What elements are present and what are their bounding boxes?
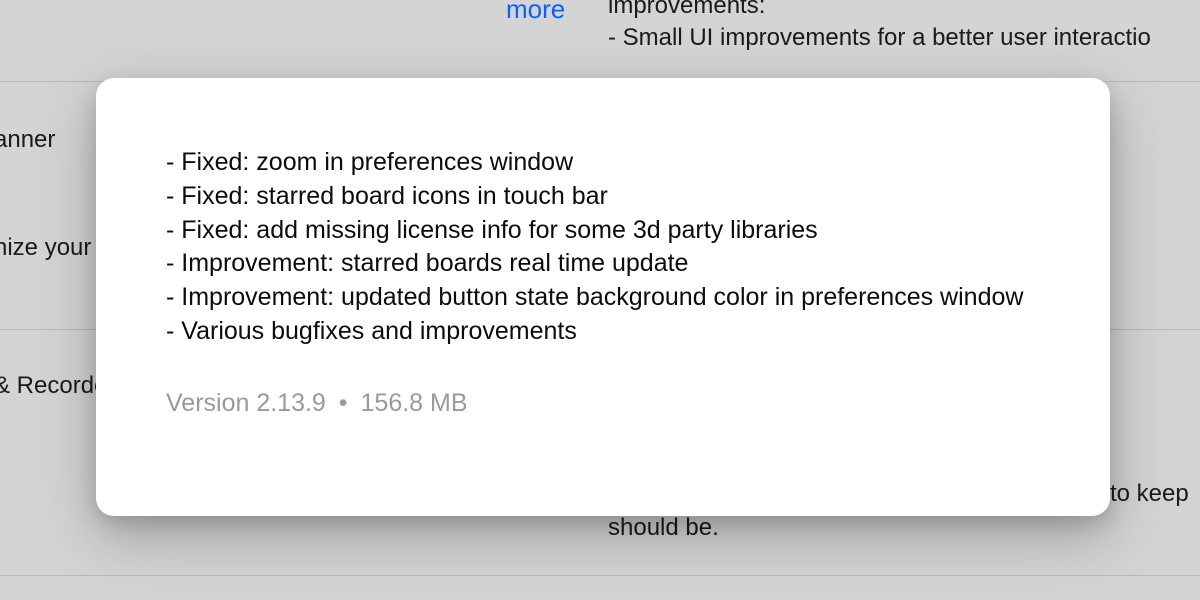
size-label: 156.8 MB	[361, 389, 468, 417]
release-note-line: - Improvement: starred boards real time …	[166, 247, 1040, 281]
bg-desc-fragment-2: should be.	[608, 514, 719, 542]
bg-app-title-fragment-1: anner	[0, 126, 55, 154]
separator-dot: •	[339, 389, 348, 417]
release-note-line: - Fixed: starred board icons in touch ba…	[166, 180, 1040, 214]
release-notes-body: - Fixed: zoom in preferences window - Fi…	[166, 146, 1040, 349]
release-notes-popover: - Fixed: zoom in preferences window - Fi…	[96, 78, 1110, 516]
release-note-line: - Fixed: add missing license info for so…	[166, 214, 1040, 248]
release-note-line: - Improvement: updated button state back…	[166, 281, 1040, 315]
bg-row-top: more improvements: - Small UI improvemen…	[0, 0, 1200, 82]
bg-app-subtitle-fragment-1: nize your	[0, 234, 91, 262]
release-note-line: - Fixed: zoom in preferences window	[166, 146, 1040, 180]
bg-improvements-heading: improvements:	[608, 0, 765, 20]
release-note-line: - Various bugfixes and improvements	[166, 315, 1040, 349]
version-info: Version 2.13.9 • 156.8 MB	[166, 389, 1040, 418]
bg-app-title-fragment-2: & Recorde	[0, 372, 107, 400]
bg-top-line: - Small UI improvements for a better use…	[608, 24, 1151, 52]
version-label: Version 2.13.9	[166, 389, 326, 417]
bg-desc-fragment-1: to keep	[1110, 480, 1189, 508]
more-link[interactable]: more	[506, 0, 565, 25]
